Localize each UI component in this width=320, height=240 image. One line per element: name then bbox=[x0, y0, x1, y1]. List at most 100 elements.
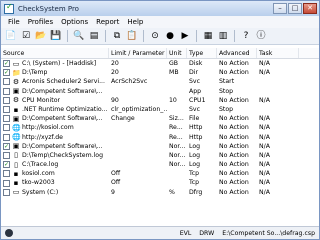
info-icon[interactable]: ⓘ bbox=[254, 29, 268, 43]
cell-limit: Change bbox=[111, 115, 135, 123]
row-checkbox[interactable]: ✓ bbox=[3, 161, 10, 169]
column-header-advanced[interactable]: Advanced bbox=[217, 48, 257, 58]
table-row[interactable]: ✓ ▣ D:\Competent Software\... Nor... Log No A… bbox=[1, 142, 319, 151]
table-row[interactable]: ▪ tko-w2003 Off Tcp No Action N/A bbox=[1, 178, 319, 187]
cell-advanced: No Action bbox=[219, 188, 249, 196]
close-button[interactable]: ✕ bbox=[303, 3, 317, 14]
table-row[interactable]: ✓ ▯ C:\Trace.log Nor... Log No Action N/A bbox=[1, 160, 319, 169]
app-icon: ▣ bbox=[12, 87, 20, 96]
cell-task: N/A bbox=[259, 161, 270, 169]
window-controls: – □ ✕ bbox=[273, 3, 317, 14]
grid-icon[interactable]: ▦ bbox=[201, 29, 215, 43]
save-icon[interactable]: 💾 bbox=[49, 29, 63, 43]
row-checkbox[interactable] bbox=[3, 124, 10, 132]
cell-advanced: No Action bbox=[219, 60, 249, 67]
paste-icon[interactable]: 📋 bbox=[125, 29, 139, 43]
help-icon[interactable]: ? bbox=[239, 29, 253, 43]
cell-type: App bbox=[189, 87, 202, 95]
cell-type: Dir bbox=[189, 69, 199, 77]
table-row[interactable]: ▯ D:\Temp\CheckSystem.log Nor... Log No Acti… bbox=[1, 151, 319, 160]
cell-type: Svc bbox=[189, 78, 200, 86]
cell-source: ⚙ Acronis Scheduler2 Servi... bbox=[1, 77, 109, 86]
row-checkbox[interactable]: ✓ bbox=[3, 142, 10, 150]
chart-icon[interactable]: ▥ bbox=[216, 29, 230, 43]
cell-source: ✓ ▭ C:\ (System) - [Haddisk] bbox=[1, 59, 109, 68]
menu-profiles[interactable]: Profiles bbox=[24, 18, 57, 26]
cell-type: Tcp bbox=[189, 179, 200, 187]
column-header-type[interactable]: Type bbox=[187, 48, 217, 58]
row-checkbox[interactable] bbox=[3, 96, 10, 104]
table-row[interactable]: ▭ System (C:) 9% Dfrg No Action N/A bbox=[1, 188, 319, 197]
service-icon: ⚙ bbox=[12, 77, 20, 86]
cell-unit: Siz... bbox=[169, 115, 184, 123]
row-checkbox[interactable] bbox=[3, 170, 10, 178]
status-indicator-icon bbox=[5, 229, 13, 237]
cell-advanced: Stop bbox=[219, 87, 234, 95]
source-text: Acronis Scheduler2 Servi... bbox=[22, 78, 105, 86]
table-row[interactable]: 🌐 http://xyzf.de Re... Http No Action N/A bbox=[1, 133, 319, 142]
source-text: System (C:) bbox=[22, 188, 59, 196]
cell-task: N/A bbox=[259, 60, 270, 67]
cell-unit: % bbox=[169, 188, 175, 196]
cell-task: N/A bbox=[259, 69, 270, 77]
menu-options[interactable]: Options bbox=[57, 18, 92, 26]
column-header-source[interactable]: Source bbox=[1, 48, 109, 58]
cell-type: Log bbox=[189, 151, 201, 159]
cell-task: N/A bbox=[259, 188, 270, 196]
disk-icon[interactable]: ⊙ bbox=[148, 29, 162, 43]
new-icon[interactable]: 📄 bbox=[4, 29, 18, 43]
table-row[interactable]: ▣ D:\Competent Software\... App Stop bbox=[1, 87, 319, 96]
minimize-button[interactable]: – bbox=[273, 3, 287, 14]
maximize-button[interactable]: □ bbox=[288, 3, 302, 14]
properties-icon[interactable]: ▤ bbox=[87, 29, 101, 43]
row-checkbox[interactable]: ✓ bbox=[3, 69, 10, 77]
column-header-task[interactable]: Task bbox=[257, 48, 299, 58]
binoculars-icon[interactable]: 🔍 bbox=[72, 29, 86, 43]
table-row[interactable]: ✓ ▭ C:\ (System) - [Haddisk] 20 GB Disk No Act… bbox=[1, 59, 319, 68]
cell-advanced: No Action bbox=[219, 96, 249, 104]
app-logo-icon bbox=[4, 2, 14, 14]
table-row[interactable]: ⚙ Acronis Scheduler2 Servi... AcrSch2Svc Sv… bbox=[1, 77, 319, 86]
status-path: E:\Competent So...\defrag.csp bbox=[222, 229, 315, 237]
cell-source: ▣ D:\Competent Software\... bbox=[1, 114, 109, 123]
row-checkbox[interactable]: ✓ bbox=[3, 60, 10, 68]
toolbar-separator bbox=[105, 30, 106, 42]
menu-file[interactable]: File bbox=[4, 18, 24, 26]
row-checkbox[interactable] bbox=[3, 115, 10, 123]
table-row[interactable]: ▪ kosiol.com Off Tcp No Action N/A bbox=[1, 169, 319, 178]
source-text: .NET Runtime Optimizatio... bbox=[22, 105, 108, 113]
cell-source: ✓ ▯ C:\Trace.log bbox=[1, 160, 109, 169]
stop-icon[interactable]: ● bbox=[163, 29, 177, 43]
row-checkbox[interactable] bbox=[3, 179, 10, 187]
cpu-icon: ⚙ bbox=[12, 96, 20, 105]
row-checkbox[interactable] bbox=[3, 133, 10, 141]
row-checkbox[interactable] bbox=[3, 78, 10, 86]
menu-report[interactable]: Report bbox=[92, 18, 123, 26]
menu-help[interactable]: Help bbox=[123, 18, 147, 26]
cell-task: N/A bbox=[259, 151, 270, 159]
checklist-icon[interactable]: ☑ bbox=[19, 29, 33, 43]
column-header-limit[interactable]: Limit / Parameter bbox=[109, 48, 167, 58]
table-row[interactable]: 🌐 http://kosiol.com Re... Http No Action N/A bbox=[1, 123, 319, 132]
table-row[interactable]: ⚙ CPU Monitor 90 10 CPU1 No Action N/A bbox=[1, 96, 319, 105]
row-checkbox[interactable] bbox=[3, 188, 10, 196]
row-checkbox[interactable] bbox=[3, 106, 10, 114]
cell-advanced: No Action bbox=[219, 115, 249, 123]
table-row[interactable]: ▣ D:\Competent Software\... Change Siz... Fi… bbox=[1, 114, 319, 123]
cell-type: Log bbox=[189, 142, 201, 150]
row-checkbox[interactable] bbox=[3, 151, 10, 159]
title-bar[interactable]: CheckSystem Pro – □ ✕ bbox=[1, 1, 319, 16]
status-evl: EVL bbox=[179, 229, 192, 237]
table-row[interactable]: ✓ 📁 D:\Temp 20 MB Dir No Action N/A bbox=[1, 68, 319, 77]
folder-open-icon[interactable]: 📂 bbox=[34, 29, 48, 43]
cell-advanced: No Action bbox=[219, 170, 249, 178]
row-checkbox[interactable] bbox=[3, 87, 10, 95]
column-header-unit[interactable]: Unit bbox=[167, 48, 187, 58]
play-icon[interactable]: ▶ bbox=[178, 29, 192, 43]
cell-task: N/A bbox=[259, 179, 270, 187]
table-row[interactable]: ▪ .NET Runtime Optimizatio... clr_optimiza… bbox=[1, 105, 319, 114]
cell-advanced: No Action bbox=[219, 151, 249, 159]
copy-icon[interactable]: ⧉ bbox=[110, 29, 124, 43]
source-text: http://kosiol.com bbox=[22, 124, 74, 132]
cell-task: N/A bbox=[259, 115, 270, 123]
